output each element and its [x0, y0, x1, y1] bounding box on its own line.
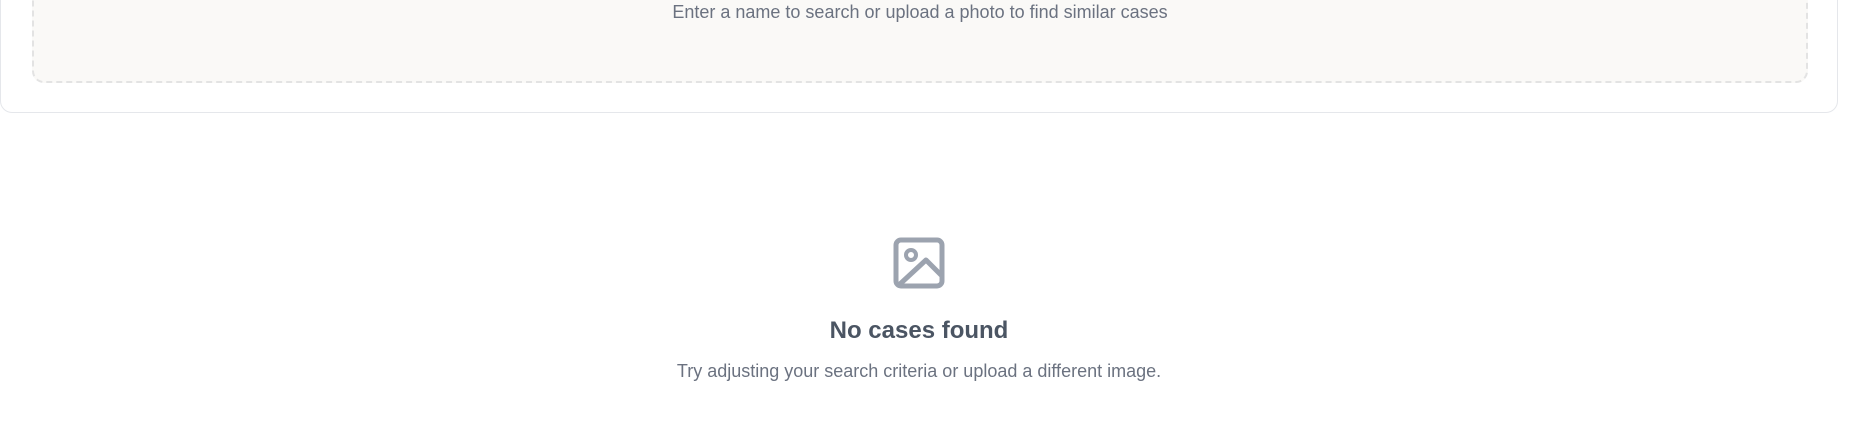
upload-hint-text: Enter a name to search or upload a photo…	[672, 2, 1168, 22]
page: Enter a name to search or upload a photo…	[0, 0, 1870, 441]
search-card: Enter a name to search or upload a photo…	[0, 0, 1838, 113]
image-icon	[893, 237, 945, 289]
upload-drop-zone[interactable]: Enter a name to search or upload a photo…	[32, 0, 1808, 83]
empty-state-title: No cases found	[829, 317, 1009, 344]
empty-state: No cases found Try adjusting your search…	[0, 236, 1838, 382]
empty-state-subtitle: Try adjusting your search criteria or up…	[676, 361, 1162, 381]
